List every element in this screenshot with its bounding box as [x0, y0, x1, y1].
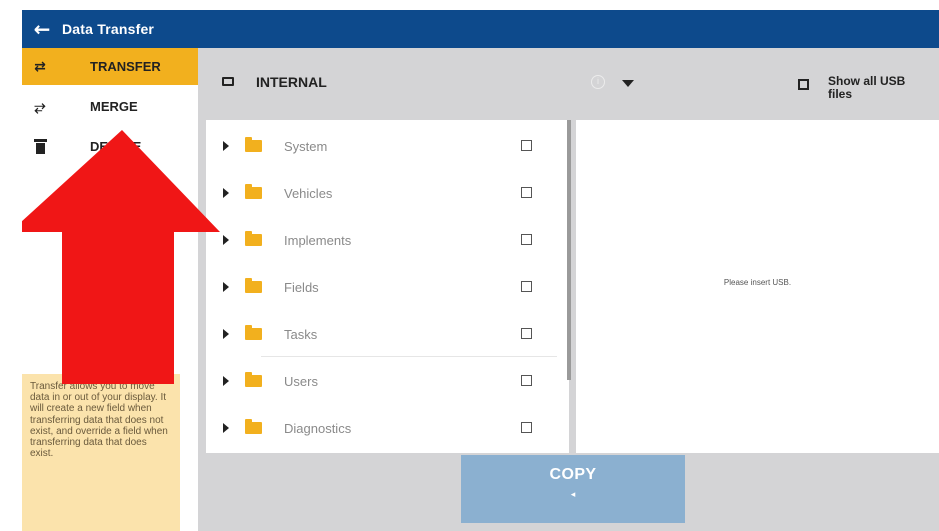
list-item[interactable]: System — [206, 122, 569, 169]
expand-caret-icon[interactable] — [223, 282, 229, 292]
expand-caret-icon[interactable] — [223, 235, 229, 245]
show-usb-label[interactable]: Show all USB files — [828, 75, 928, 101]
list-item[interactable]: Tasks — [206, 310, 569, 357]
info-icon[interactable]: i — [591, 75, 605, 89]
folder-name: Tasks — [284, 327, 318, 342]
list-item[interactable]: Vehicles — [206, 169, 569, 216]
folder-name: Vehicles — [284, 186, 333, 201]
show-usb-checkbox[interactable] — [798, 79, 809, 90]
expand-caret-icon[interactable] — [223, 376, 229, 386]
sidebar-item-transfer[interactable]: ⇄ TRANSFER — [22, 48, 198, 85]
folder-icon — [245, 184, 262, 199]
list-item[interactable]: Diagnostics — [206, 404, 569, 451]
merge-icon: ⥂ — [34, 98, 46, 115]
list-item[interactable]: Users — [206, 357, 569, 404]
back-arrow-icon[interactable]: ← — [22, 10, 62, 48]
folder-checkbox[interactable] — [521, 328, 532, 339]
list-item[interactable]: Fields — [206, 263, 569, 310]
expand-caret-icon[interactable] — [223, 423, 229, 433]
storage-icon — [222, 77, 234, 86]
copy-button[interactable]: COPY ◂ — [461, 455, 685, 523]
sidebar-item-merge[interactable]: ⥂ MERGE — [22, 88, 198, 125]
folder-list: System Vehicles Implements Fields Tasks — [206, 120, 569, 453]
scrollbar[interactable] — [567, 120, 571, 380]
folder-name: Implements — [284, 233, 352, 248]
usb-message: Please insert USB. — [723, 278, 792, 287]
chevron-down-icon[interactable] — [622, 80, 634, 87]
list-item[interactable]: Implements — [206, 216, 569, 263]
folder-icon — [245, 419, 262, 434]
folder-icon — [245, 231, 262, 246]
folder-checkbox[interactable] — [521, 375, 532, 386]
app-window: ← Data Transfer ⇄ TRANSFER ⥂ MERGE DELET… — [22, 10, 939, 531]
sidebar-item-label: MERGE — [90, 99, 138, 114]
folder-checkbox[interactable] — [521, 140, 532, 151]
folder-name: Fields — [284, 280, 319, 295]
folder-checkbox[interactable] — [521, 234, 532, 245]
copy-arrow-icon: ◂ — [570, 490, 576, 500]
transfer-icon: ⇄ — [34, 58, 46, 75]
help-text-box: Transfer allows you to move data in or o… — [22, 374, 180, 531]
folder-checkbox[interactable] — [521, 187, 532, 198]
header-bar: INTERNAL i Show all USB files — [198, 48, 939, 120]
folder-name: Diagnostics — [284, 421, 352, 436]
expand-caret-icon[interactable] — [223, 141, 229, 151]
folder-name: System — [284, 139, 328, 154]
folder-checkbox[interactable] — [521, 422, 532, 433]
copy-button-label: COPY — [549, 466, 597, 483]
folder-icon — [245, 325, 262, 340]
usb-panel: Please insert USB. — [576, 120, 939, 453]
folder-icon — [245, 278, 262, 293]
folder-icon — [245, 372, 262, 387]
page-title: Data Transfer — [62, 21, 155, 37]
storage-label: INTERNAL — [256, 74, 327, 90]
sidebar-item-label: TRANSFER — [90, 59, 161, 74]
expand-caret-icon[interactable] — [223, 329, 229, 339]
title-bar: ← Data Transfer — [22, 10, 939, 48]
red-arrow-annotation — [22, 130, 220, 384]
folder-checkbox[interactable] — [521, 281, 532, 292]
expand-caret-icon[interactable] — [223, 188, 229, 198]
folder-icon — [245, 137, 262, 152]
folder-name: Users — [284, 374, 318, 389]
